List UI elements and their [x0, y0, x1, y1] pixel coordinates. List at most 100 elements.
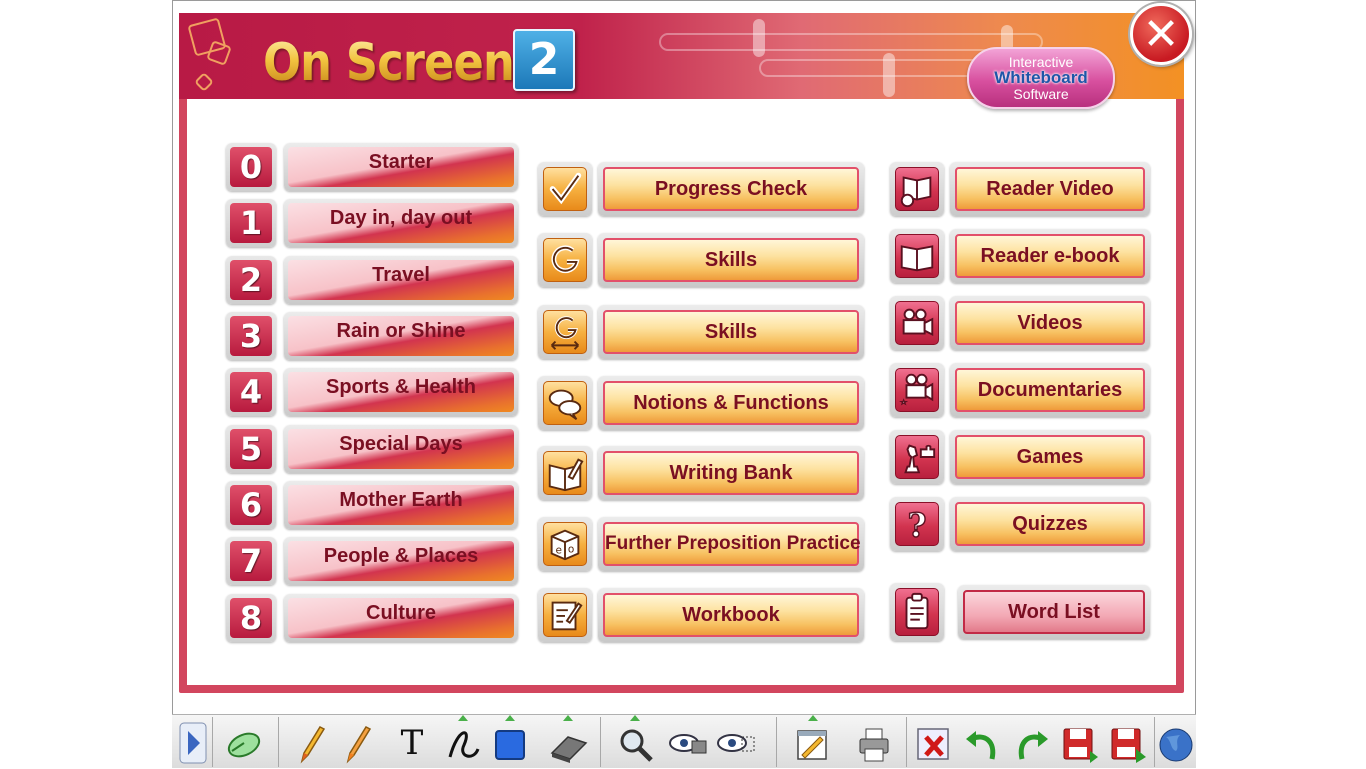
freehand-tool-button[interactable] [444, 721, 484, 765]
unit-label: Rain or Shine [288, 316, 514, 356]
unit-row-3[interactable]: 3 Rain or Shine [226, 312, 518, 360]
notions-functions-button[interactable]: Notions & Functions [598, 376, 864, 430]
unit-label: Mother Earth [288, 485, 514, 525]
unit-label: Culture [288, 598, 514, 638]
quizzes-button[interactable]: Quizzes [950, 497, 1150, 551]
mouse-tool-button[interactable] [224, 721, 264, 765]
unit-button-people-places[interactable]: People & Places [284, 537, 518, 585]
unit-button-travel[interactable]: Travel [284, 256, 518, 304]
menu-row-videos[interactable]: Videos [890, 296, 1150, 350]
shape-tool-button[interactable] [490, 721, 530, 765]
reveal-tool-button[interactable] [668, 721, 708, 765]
menu-row-writing-bank[interactable]: Writing Bank [538, 446, 864, 500]
unit-row-4[interactable]: 4 Sports & Health [226, 368, 518, 416]
undo-button[interactable] [962, 721, 1002, 765]
notepad-tool-button[interactable] [792, 721, 832, 765]
save-as-button[interactable] [1108, 721, 1148, 765]
play-arrow-icon [179, 722, 207, 764]
unit-row-5[interactable]: 5 Special Days [226, 425, 518, 473]
text-tool-button[interactable]: T [392, 721, 432, 765]
unit-number-badge: 7 [226, 537, 276, 585]
unit-row-2[interactable]: 2 Travel [226, 256, 518, 304]
toolbar-separator [1154, 717, 1155, 767]
highlighter-tool-button[interactable] [336, 721, 376, 765]
progress-check-button[interactable]: Progress Check [598, 162, 864, 216]
skills-button-2[interactable]: Skills [598, 305, 864, 359]
button-label: Games [955, 435, 1145, 479]
menu-row-skills-2[interactable]: Skills [538, 305, 864, 359]
toolbar-separator [906, 717, 907, 767]
unit-label: People & Places [288, 541, 514, 581]
workbook-button[interactable]: Workbook [598, 588, 864, 642]
eraser-tool-button[interactable] [546, 721, 592, 765]
reader-video-button[interactable]: Reader Video [950, 162, 1150, 216]
delete-page-icon [917, 728, 949, 760]
redo-arrow-icon [1018, 731, 1048, 760]
unit-button-day-in-day-out[interactable]: Day in, day out [284, 199, 518, 247]
menu-row-skills-1[interactable]: Skills [538, 233, 864, 287]
pencil-icon [300, 726, 326, 764]
chess-puzzle-icon [904, 444, 936, 474]
button-label: Videos [955, 301, 1145, 345]
unit-row-8[interactable]: 8 Culture [226, 594, 518, 642]
word-list-button[interactable]: Word List [958, 585, 1150, 639]
clear-annotations-button[interactable] [914, 721, 954, 765]
icon-frame [538, 233, 592, 287]
spotlight-tool-button[interactable] [716, 721, 756, 765]
menu-row-reader-video[interactable]: Reader Video [890, 162, 1150, 216]
reader-ebook-button[interactable]: Reader e-book [950, 229, 1150, 283]
button-label: Further Preposition Practice [603, 522, 861, 566]
writing-bank-button[interactable]: Writing Bank [598, 446, 864, 500]
icon-frame [890, 296, 944, 350]
writing-book-icon [548, 458, 584, 492]
button-label: Skills [603, 310, 859, 354]
unit-number-badge: 6 [226, 481, 276, 529]
games-button[interactable]: Games [950, 430, 1150, 484]
unit-number: 0 [230, 147, 272, 187]
unit-number: 6 [230, 485, 272, 525]
unit-row-1[interactable]: 1 Day in, day out [226, 199, 518, 247]
menu-row-progress-check[interactable]: Progress Check [538, 162, 864, 216]
unit-row-0[interactable]: 0 Starter [226, 143, 518, 191]
print-button[interactable] [854, 721, 894, 765]
toolbar-toggle-button[interactable] [178, 721, 208, 765]
icon-frame [890, 229, 944, 283]
redo-button[interactable] [1012, 721, 1052, 765]
icon-frame [890, 363, 944, 417]
documentaries-button[interactable]: Documentaries [950, 363, 1150, 417]
speech-bubbles-icon [548, 389, 582, 421]
button-label: Quizzes [955, 502, 1145, 546]
unit-button-rain-or-shine[interactable]: Rain or Shine [284, 312, 518, 360]
icon-frame [538, 305, 592, 359]
unit-button-special-days[interactable]: Special Days [284, 425, 518, 473]
unit-label: Sports & Health [288, 372, 514, 412]
button-label: Progress Check [603, 167, 859, 211]
unit-button-mother-earth[interactable]: Mother Earth [284, 481, 518, 529]
web-browser-button[interactable] [1158, 721, 1194, 765]
icon-frame [538, 588, 592, 642]
button-label: Skills [603, 238, 859, 282]
further-preposition-practice-button[interactable]: Further Preposition Practice [598, 517, 864, 571]
unit-button-starter[interactable]: Starter [284, 143, 518, 191]
unit-button-sports-health[interactable]: Sports & Health [284, 368, 518, 416]
menu-row-documentaries[interactable]: Documentaries [890, 363, 1150, 417]
menu-row-notions-functions[interactable]: Notions & Functions [538, 376, 864, 430]
unit-button-culture[interactable]: Culture [284, 594, 518, 642]
menu-row-further-preposition-practice[interactable]: eo Further Preposition Practice [538, 517, 864, 571]
menu-row-workbook[interactable]: Workbook [538, 588, 864, 642]
skills-button[interactable]: Skills [598, 233, 864, 287]
save-button[interactable] [1060, 721, 1100, 765]
videos-button[interactable]: Videos [950, 296, 1150, 350]
button-label: Reader Video [955, 167, 1145, 211]
menu-row-reader-ebook[interactable]: Reader e-book [890, 229, 1150, 283]
menu-row-word-list[interactable]: Word List [890, 583, 1150, 641]
decorative-square-icon [194, 72, 214, 92]
menu-row-games[interactable]: Games [890, 430, 1150, 484]
unit-row-7[interactable]: 7 People & Places [226, 537, 518, 585]
pen-tool-button[interactable] [290, 721, 330, 765]
unit-row-6[interactable]: 6 Mother Earth [226, 481, 518, 529]
video-camera-icon [902, 308, 934, 336]
close-button[interactable]: ✕ [1130, 3, 1192, 65]
menu-row-quizzes[interactable]: ? Quizzes [890, 497, 1150, 551]
zoom-tool-button[interactable] [616, 721, 656, 765]
